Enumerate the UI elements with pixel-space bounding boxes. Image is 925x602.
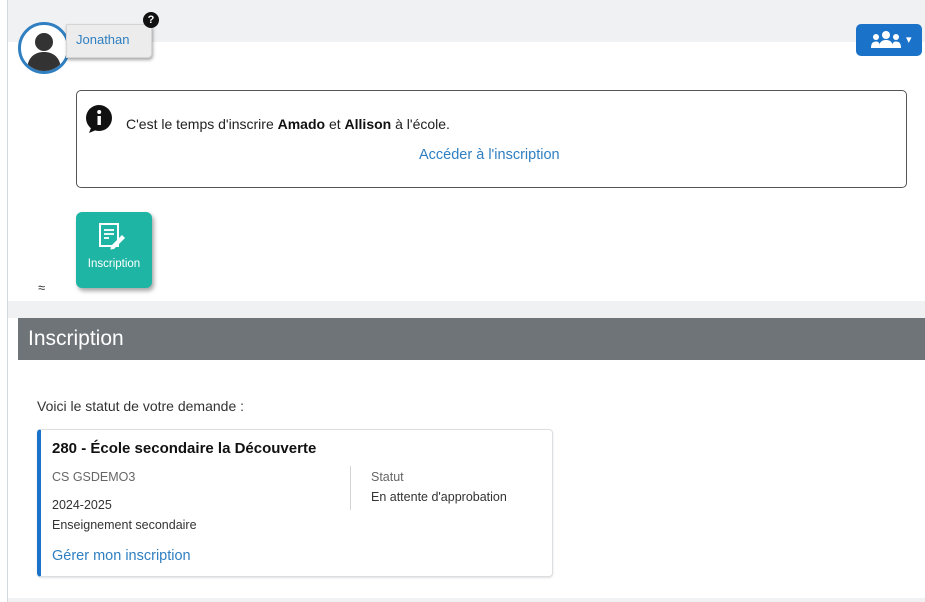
notice-suffix: à l'école. <box>391 116 450 132</box>
section-title: Inscription <box>28 327 124 350</box>
school-year: 2024-2025 <box>52 498 112 512</box>
info-icon <box>86 105 112 133</box>
status-label: Statut <box>371 470 404 484</box>
separator-band <box>8 301 925 318</box>
notice-middle: et <box>325 116 345 132</box>
collapse-icon[interactable]: ≈ <box>38 280 45 295</box>
card-divider <box>350 466 351 510</box>
school-name: 280 - École secondaire la Découverte <box>52 440 317 457</box>
group-switch-button[interactable]: ▾ <box>856 24 922 56</box>
tile-inscription[interactable]: Inscription <box>76 212 152 288</box>
manage-enrollment-link[interactable]: Gérer mon inscription <box>52 548 191 564</box>
status-intro: Voici le statut de votre demande : <box>37 398 245 414</box>
chevron-down-icon: ▾ <box>906 34 912 46</box>
users-group-icon <box>871 31 901 48</box>
section-header <box>18 318 925 360</box>
education-level: Enseignement secondaire <box>52 518 197 532</box>
avatar[interactable] <box>18 22 70 74</box>
status-value: En attente d'approbation <box>371 490 507 504</box>
edit-document-icon <box>99 223 125 250</box>
notice-message: C'est le temps d'inscrire Amado et Allis… <box>126 116 450 132</box>
bottom-band <box>8 598 925 602</box>
service-center: CS GSDEMO3 <box>52 470 136 484</box>
child-name-2: Allison <box>344 116 392 132</box>
child-name-1: Amado <box>277 116 326 132</box>
tile-inscription-label: Inscription <box>87 258 141 270</box>
user-silhouette-icon <box>27 33 61 71</box>
help-icon[interactable]: ? <box>143 12 159 28</box>
user-name[interactable]: Jonathan <box>76 32 130 47</box>
access-enrollment-link[interactable]: Accéder à l'inscription <box>419 147 560 163</box>
enrollment-notice <box>76 90 907 188</box>
notice-prefix: C'est le temps d'inscrire <box>126 116 278 132</box>
